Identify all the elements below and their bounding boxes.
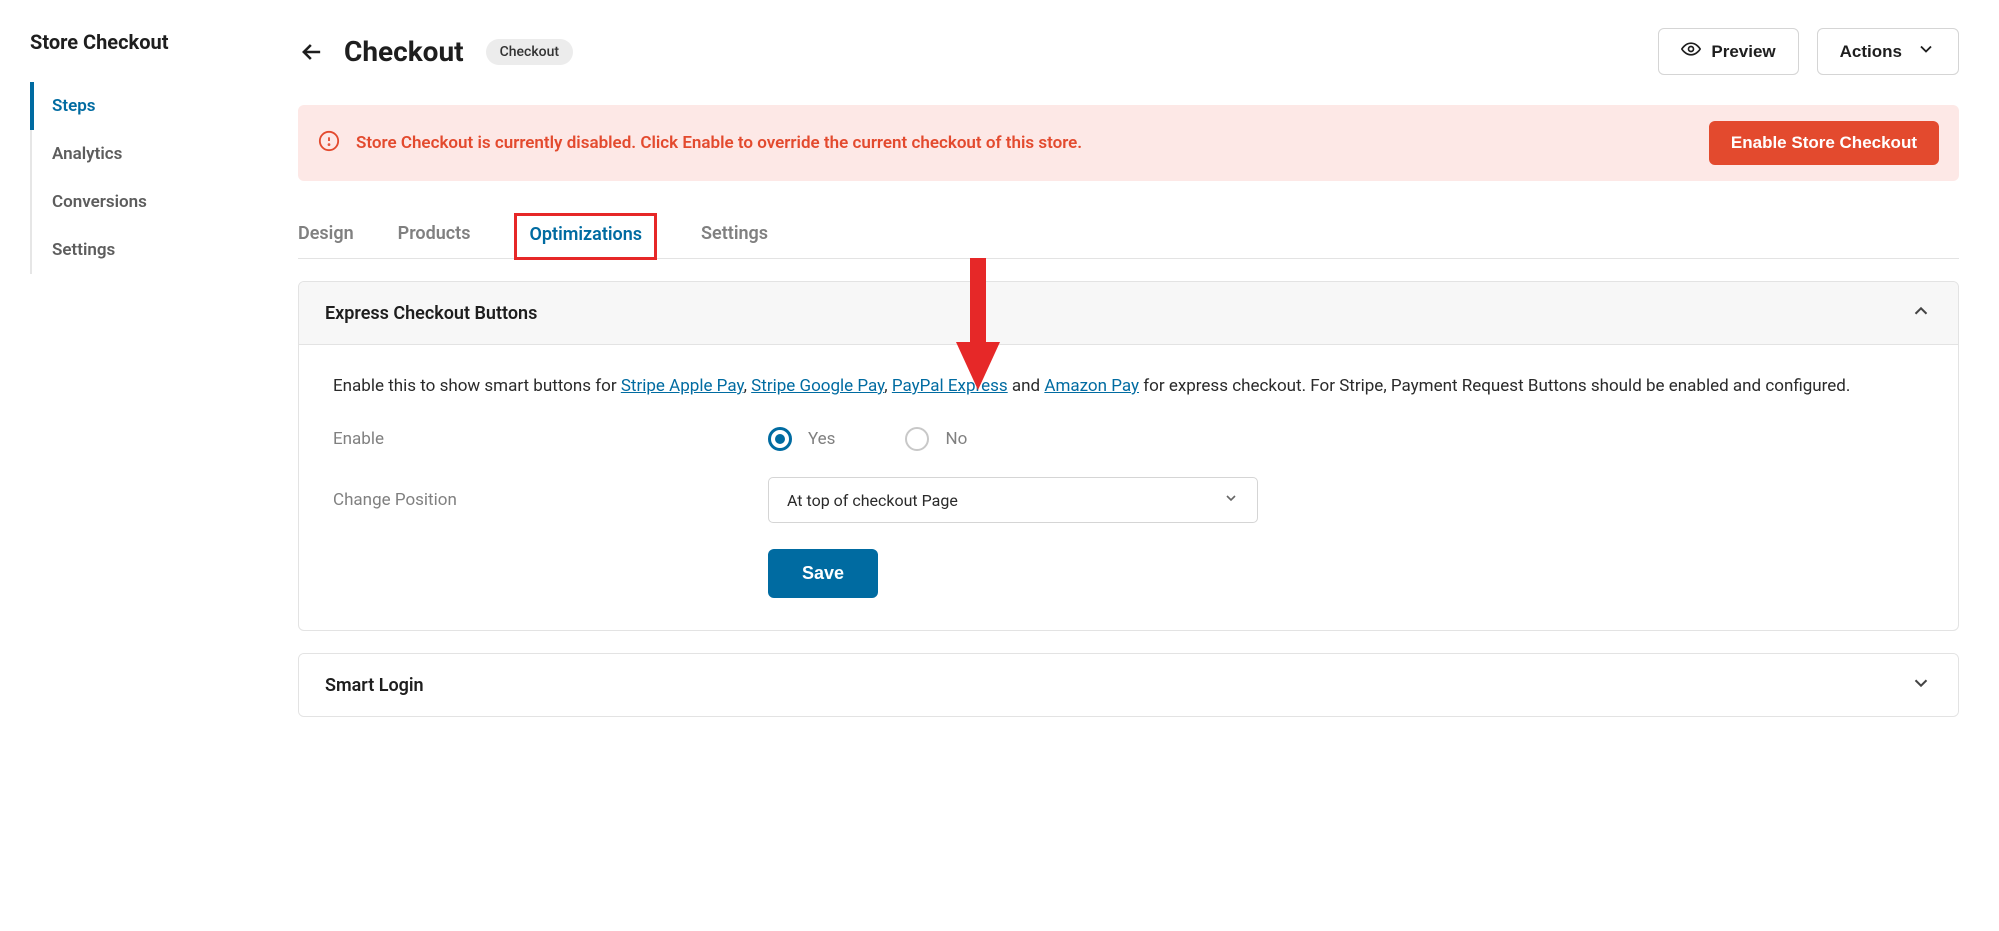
express-checkout-panel: Express Checkout Buttons Enable this to …: [298, 281, 1959, 631]
desc-text: Enable this to show smart buttons for: [333, 376, 621, 396]
actions-button[interactable]: Actions: [1817, 28, 1959, 75]
link-stripe-apple-pay[interactable]: Stripe Apple Pay: [621, 376, 744, 396]
enable-store-checkout-button[interactable]: Enable Store Checkout: [1709, 121, 1939, 165]
sidebar-title: Store Checkout: [30, 30, 258, 54]
tab-products[interactable]: Products: [398, 213, 471, 258]
radio-icon: [905, 427, 929, 451]
chevron-down-icon: [1916, 39, 1936, 64]
express-checkout-panel-body: Enable this to show smart buttons for St…: [299, 345, 1958, 630]
smart-login-panel-title: Smart Login: [325, 675, 424, 696]
desc-text-end: for express checkout. For Stripe, Paymen…: [1139, 376, 1850, 396]
enable-row: Enable Yes No: [333, 427, 1924, 451]
info-icon: [318, 130, 340, 156]
link-stripe-google-pay[interactable]: Stripe Google Pay: [751, 376, 884, 396]
sidebar-item-steps[interactable]: Steps: [30, 82, 258, 130]
back-arrow-icon[interactable]: [298, 38, 326, 66]
smart-login-panel-header[interactable]: Smart Login: [299, 654, 1958, 716]
link-amazon-pay[interactable]: Amazon Pay: [1044, 376, 1139, 396]
position-row: Change Position At top of checkout Page: [333, 477, 1924, 523]
express-description: Enable this to show smart buttons for St…: [333, 373, 1924, 399]
radio-icon: [768, 427, 792, 451]
sidebar: Store Checkout Steps Analytics Conversio…: [0, 0, 258, 931]
sidebar-item-conversions[interactable]: Conversions: [30, 178, 258, 226]
enable-label: Enable: [333, 429, 768, 449]
eye-icon: [1681, 39, 1701, 64]
tab-design[interactable]: Design: [298, 213, 354, 258]
enable-radio-yes[interactable]: Yes: [768, 427, 835, 451]
sidebar-item-analytics[interactable]: Analytics: [30, 130, 258, 178]
chevron-down-icon: [1223, 490, 1239, 510]
radio-yes-label: Yes: [808, 429, 835, 449]
save-button[interactable]: Save: [768, 549, 878, 598]
sidebar-nav: Steps Analytics Conversions Settings: [30, 82, 258, 274]
enable-radio-no[interactable]: No: [905, 427, 967, 451]
tabs: Design Products Optimizations Settings: [298, 213, 1959, 259]
position-select-value: At top of checkout Page: [787, 491, 958, 510]
link-paypal-express[interactable]: PayPal Express: [892, 376, 1008, 396]
position-select[interactable]: At top of checkout Page: [768, 477, 1258, 523]
tab-optimizations[interactable]: Optimizations: [514, 213, 657, 260]
alert-text: Store Checkout is currently disabled. Cl…: [356, 133, 1693, 153]
preview-button[interactable]: Preview: [1658, 28, 1798, 75]
page-title: Checkout: [344, 35, 464, 68]
save-row: Save: [768, 549, 1924, 598]
disabled-alert: Store Checkout is currently disabled. Cl…: [298, 105, 1959, 181]
tab-settings[interactable]: Settings: [701, 213, 768, 258]
actions-button-label: Actions: [1840, 42, 1902, 62]
sidebar-item-settings[interactable]: Settings: [30, 226, 258, 274]
smart-login-panel: Smart Login: [298, 653, 1959, 717]
express-checkout-panel-header[interactable]: Express Checkout Buttons: [299, 282, 1958, 345]
radio-no-label: No: [945, 429, 967, 449]
page-type-badge: Checkout: [486, 39, 573, 65]
chevron-down-icon: [1910, 672, 1932, 698]
preview-button-label: Preview: [1711, 42, 1775, 62]
page-header: Checkout Checkout Preview Actions: [298, 28, 1959, 75]
main-content: Checkout Checkout Preview Actions Store …: [258, 0, 1999, 931]
chevron-up-icon: [1910, 300, 1932, 326]
express-checkout-panel-title: Express Checkout Buttons: [325, 303, 537, 324]
position-label: Change Position: [333, 490, 768, 510]
